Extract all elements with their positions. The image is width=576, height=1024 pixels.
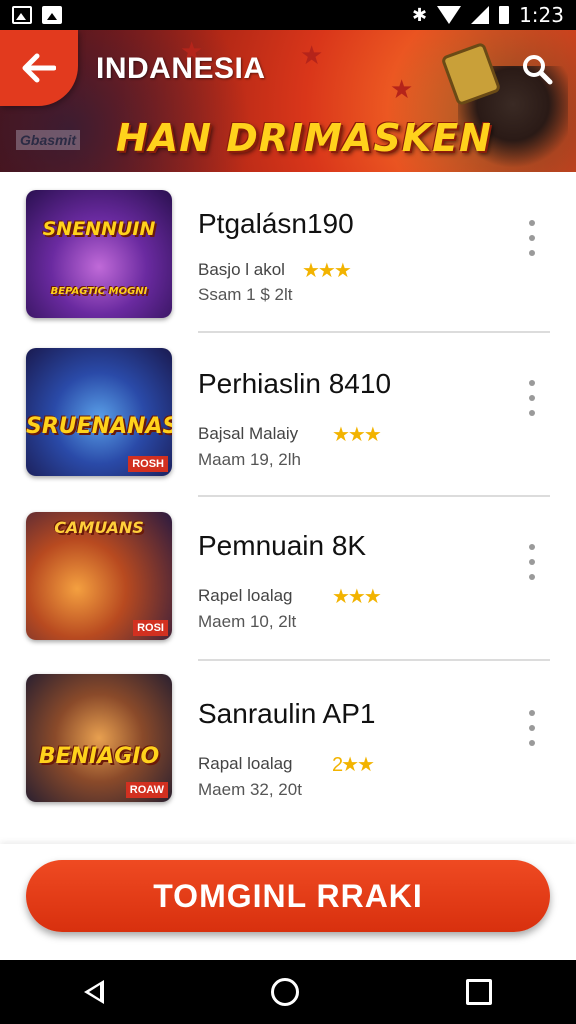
banner-headline: HAN DRIMASKEN (116, 116, 492, 160)
more-dot-icon (529, 395, 535, 401)
banner-logo: Gbasmit (16, 130, 81, 150)
game-thumbnail[interactable]: CAMUANS ROSI (26, 512, 172, 640)
arrow-left-icon (22, 53, 56, 83)
status-left (12, 6, 62, 24)
system-nav-bar (0, 960, 576, 1024)
more-options-button[interactable] (522, 544, 542, 580)
game-meta: Basjo l akol (198, 260, 285, 279)
thumbnail-title: SRUENANAS (26, 414, 172, 439)
list-item[interactable]: SNENNUIN BEPAGTIC MOGNI Ptgalásn190 Basj… (0, 172, 576, 334)
header-banner: ★ ★ ★ INDANESIA Gbasmit HAN DRIMASKEN (0, 30, 576, 172)
game-meta: Rapal loalag (198, 754, 293, 773)
game-title: Ptgalásn190 (198, 208, 354, 239)
game-title: Pemnuain 8K (198, 530, 367, 561)
search-button[interactable] (520, 52, 554, 86)
more-dot-icon (529, 725, 535, 731)
divider (198, 495, 550, 497)
list-item[interactable]: BENIAGIO ROAW Sanraulin AP1 Rapal loalag… (0, 662, 576, 824)
back-button[interactable] (0, 30, 78, 106)
more-dot-icon (529, 410, 535, 416)
divider (198, 659, 550, 661)
rating-stars: ★★★ (302, 260, 352, 282)
more-dot-icon (529, 380, 535, 386)
game-title: Sanraulin AP1 (198, 698, 376, 729)
more-dot-icon (529, 574, 535, 580)
star-decoration: ★ (300, 40, 324, 70)
more-dot-icon (529, 220, 535, 226)
more-dot-icon (529, 235, 535, 241)
nav-back-icon[interactable] (83, 980, 104, 1004)
more-dot-icon (529, 250, 535, 256)
thumbnail-subtitle: BEPAGTIC MOGNI (50, 286, 148, 297)
divider (198, 331, 550, 333)
image-icon (12, 6, 32, 24)
rating-stars: ★★★ (332, 586, 382, 608)
nav-home-icon[interactable] (270, 978, 299, 1006)
game-meta: Rapel loalag (198, 586, 293, 605)
rating-stars: ★★★ (332, 424, 382, 446)
game-meta: Bajsal Malaiy (198, 424, 299, 443)
rating-stars: 2★★ (332, 754, 375, 776)
game-thumbnail[interactable]: SNENNUIN BEPAGTIC MOGNI (26, 190, 172, 318)
star-decoration: ★ (390, 74, 414, 104)
more-dot-icon (529, 740, 535, 746)
more-dot-icon (529, 710, 535, 716)
thumbnail-tag: ROSI (133, 620, 168, 636)
status-right: ✱ 1:23 (412, 3, 564, 27)
more-dot-icon (529, 559, 535, 565)
photo-icon (42, 6, 62, 24)
game-date: Maem 10, 2lt (198, 612, 297, 631)
more-dot-icon (529, 544, 535, 550)
thumbnail-title: BENIAGIO (38, 744, 160, 769)
list-item[interactable]: SRUENANAS ROSH Perhiaslin 8410 Bajsal Ma… (0, 334, 576, 497)
game-thumbnail[interactable]: SRUENANAS ROSH (26, 348, 172, 476)
thumbnail-tag: ROSH (128, 456, 168, 472)
more-options-button[interactable] (522, 710, 542, 746)
search-icon (523, 55, 553, 85)
bluetooth-icon: ✱ (411, 4, 428, 25)
nav-recents-icon[interactable] (466, 979, 493, 1005)
game-date: Maem 32, 20t (198, 780, 302, 799)
game-date: Maam 19, 2lh (198, 450, 301, 469)
bottom-action-area: TOMGINL RRAKI (0, 844, 576, 960)
game-title: Perhiaslin 8410 (198, 368, 392, 399)
wifi-icon (437, 6, 462, 24)
thumbnail-title: CAMUANS (54, 518, 144, 537)
thumbnail-tag: ROAW (125, 782, 168, 798)
more-options-button[interactable] (522, 380, 542, 416)
status-bar: ✱ 1:23 (0, 0, 576, 30)
thumbnail-title: SNENNUIN (42, 218, 156, 240)
game-date: Ssam 1 $ 2lt (198, 285, 293, 304)
more-options-button[interactable] (522, 220, 542, 256)
battery-icon (499, 6, 510, 24)
clock: 1:23 (519, 3, 564, 27)
page-title: INDANESIA (96, 52, 266, 85)
primary-action-button[interactable]: TOMGINL RRAKI (26, 860, 550, 932)
list-item[interactable]: CAMUANS ROSI Pemnuain 8K Rapel loalag ★★… (0, 498, 576, 661)
signal-icon (471, 6, 490, 24)
game-thumbnail[interactable]: BENIAGIO ROAW (26, 674, 172, 802)
